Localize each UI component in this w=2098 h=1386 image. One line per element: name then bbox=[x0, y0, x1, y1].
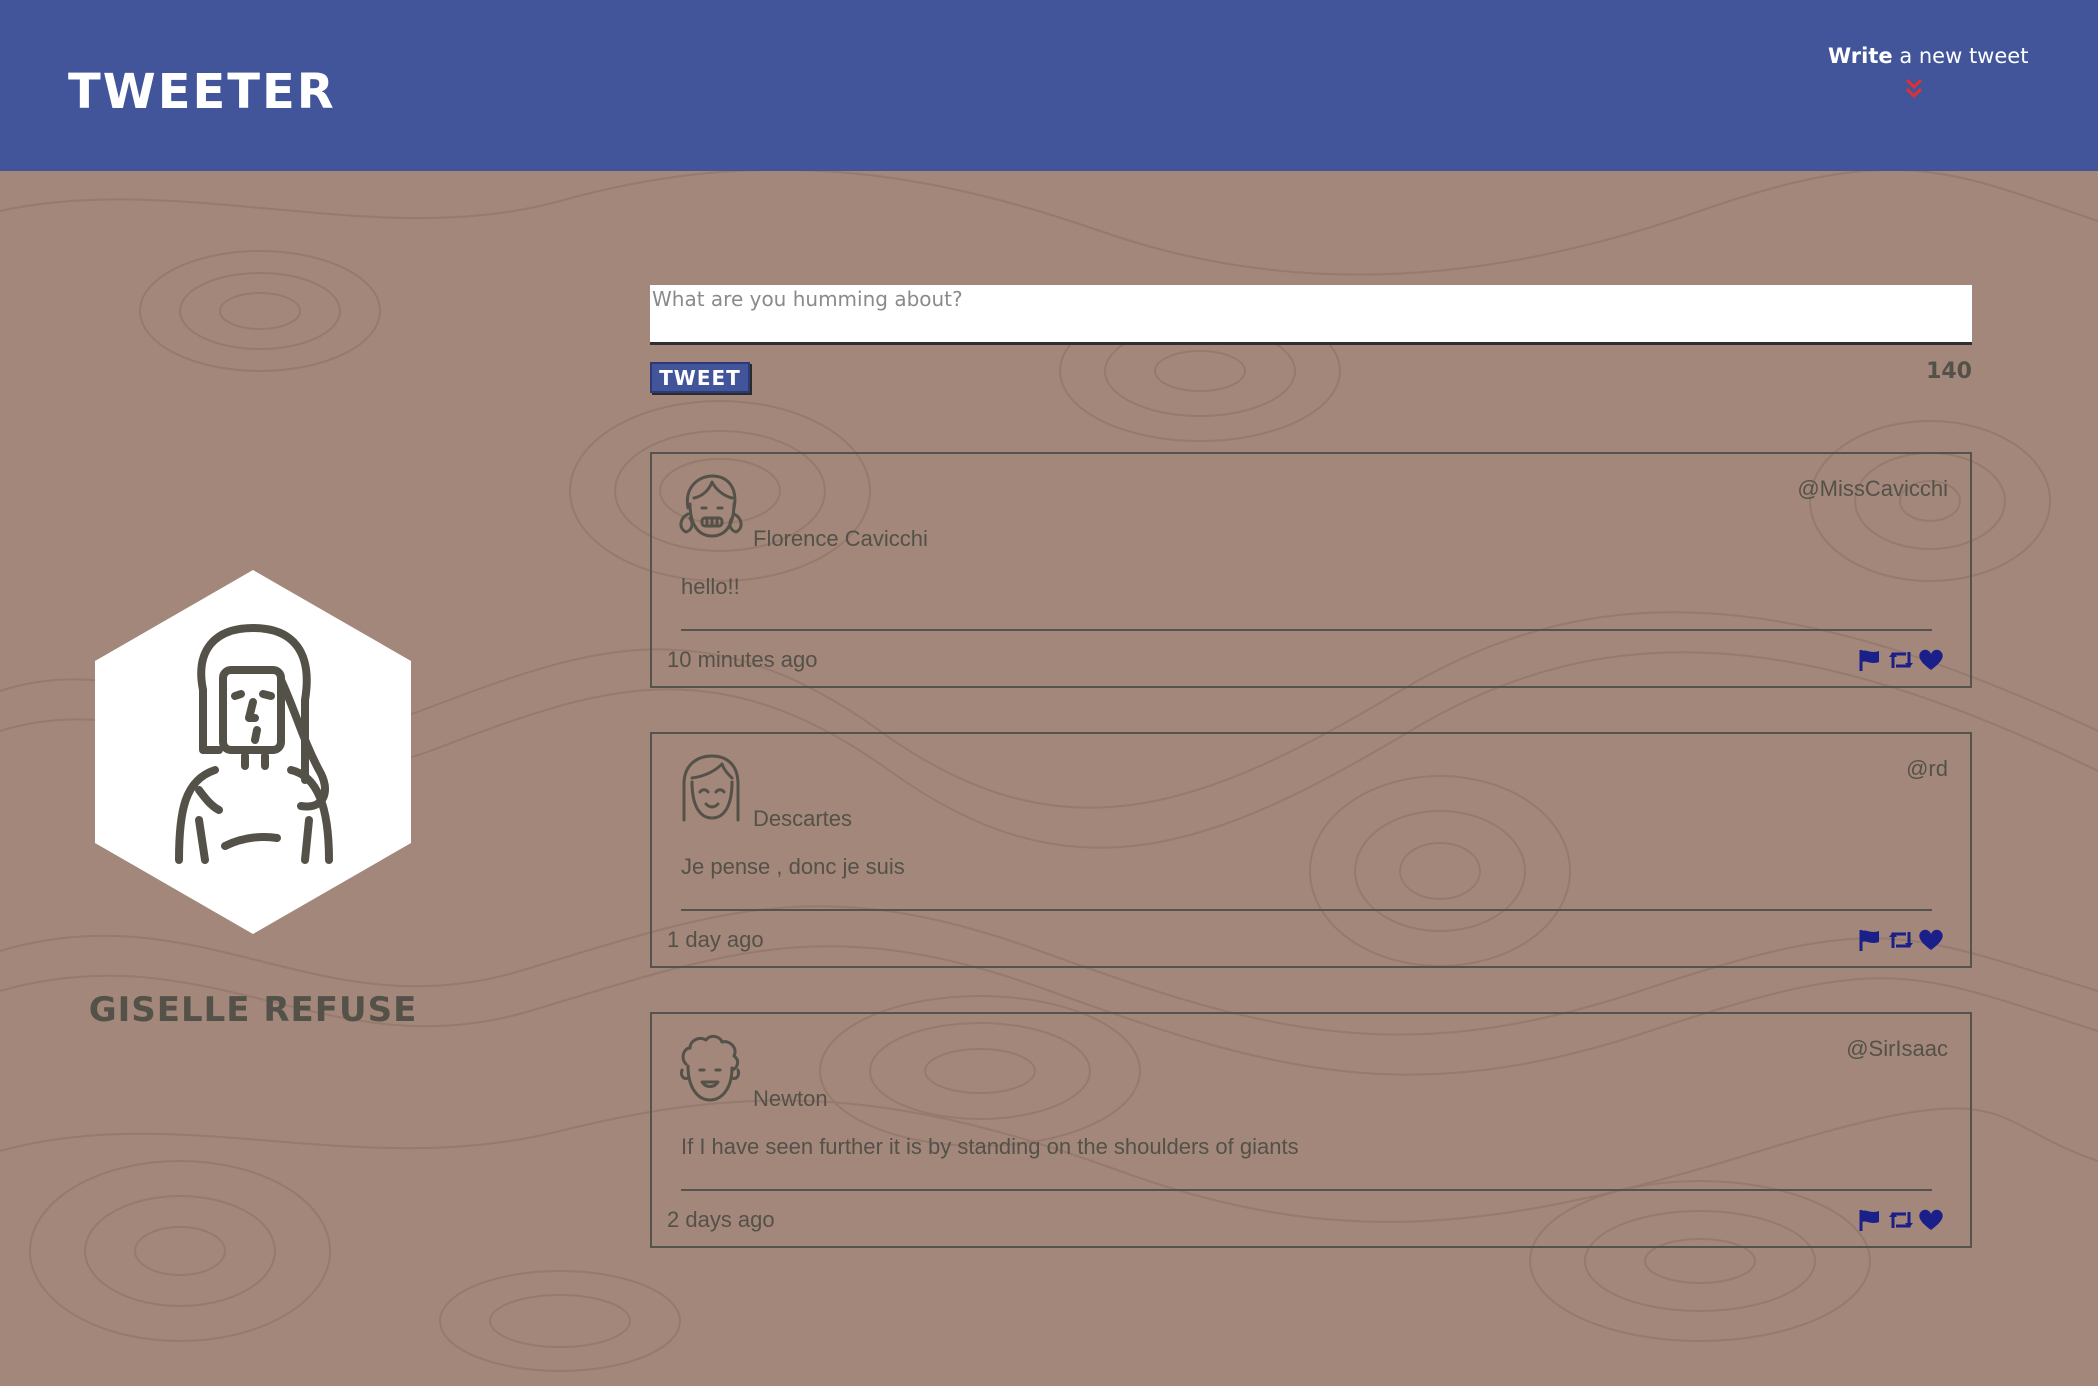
double-chevron-down-icon[interactable] bbox=[1905, 78, 1923, 100]
tweet-actions bbox=[1858, 648, 1944, 672]
write-new-tweet-label: Write a new tweet bbox=[1828, 44, 2028, 68]
character-counter: 140 bbox=[1926, 359, 1972, 384]
tweet-timestamp: 10 minutes ago bbox=[667, 647, 818, 672]
tweet-divider bbox=[681, 629, 1932, 631]
tweet-card: Descartes @rd Je pense , donc je suis 1 … bbox=[650, 732, 1972, 968]
tweet-author-handle[interactable]: @SirIsaac bbox=[1846, 1036, 1948, 1062]
retweet-icon[interactable] bbox=[1888, 1208, 1914, 1232]
write-label-rest: a new tweet bbox=[1892, 44, 2029, 68]
flag-icon[interactable] bbox=[1858, 648, 1884, 672]
main-content: Giselle Refuse Tweet 140 Florence Cavicc… bbox=[0, 0, 2098, 1386]
tweet-textarea[interactable] bbox=[650, 285, 1972, 345]
retweet-icon[interactable] bbox=[1888, 928, 1914, 952]
tweet-actions bbox=[1858, 928, 1944, 952]
tweet-author-name: Descartes bbox=[753, 806, 853, 831]
retweet-icon[interactable] bbox=[1888, 648, 1914, 672]
tweet-content: Je pense , donc je suis bbox=[681, 854, 905, 879]
tweet-author-handle[interactable]: @rd bbox=[1906, 756, 1948, 782]
tweet-divider bbox=[681, 1189, 1932, 1191]
tweet-content: If I have seen further it is by standing… bbox=[681, 1134, 1299, 1159]
top-navigation-bar: Tweeter Write a new tweet bbox=[0, 0, 2098, 171]
write-new-tweet-toggle[interactable]: Write a new tweet bbox=[1828, 44, 2028, 100]
brand-logo[interactable]: Tweeter bbox=[68, 64, 336, 120]
smiling-woman-avatar-icon bbox=[682, 754, 740, 822]
curly-hair-man-avatar-icon bbox=[680, 1034, 740, 1102]
tweet-actions bbox=[1858, 1208, 1944, 1232]
woman-avatar-icon bbox=[95, 570, 411, 934]
tweet-card: Newton @SirIsaac If I have seen further … bbox=[650, 1012, 1972, 1248]
flag-icon[interactable] bbox=[1858, 928, 1884, 952]
tweet-divider bbox=[681, 909, 1932, 911]
tweet-content: hello!! bbox=[681, 574, 740, 599]
tweet-button[interactable]: Tweet bbox=[650, 362, 750, 393]
profile-name: Giselle Refuse bbox=[88, 990, 418, 1030]
girl-avatar-icon bbox=[679, 474, 743, 538]
tweet-card: Florence Cavicchi @MissCavicchi hello!! … bbox=[650, 452, 1972, 688]
new-tweet-form: Tweet 140 bbox=[650, 285, 1972, 393]
tweet-timestamp: 1 day ago bbox=[667, 927, 764, 952]
tweet-timestamp: 2 days ago bbox=[667, 1207, 775, 1232]
tweet-author-handle[interactable]: @MissCavicchi bbox=[1797, 476, 1948, 502]
heart-icon[interactable] bbox=[1918, 648, 1944, 672]
heart-icon[interactable] bbox=[1918, 928, 1944, 952]
tweet-author-name: Newton bbox=[753, 1086, 828, 1111]
write-label-bold: Write bbox=[1828, 44, 1893, 68]
heart-icon[interactable] bbox=[1918, 1208, 1944, 1232]
flag-icon[interactable] bbox=[1858, 1208, 1884, 1232]
tweet-author-name: Florence Cavicchi bbox=[753, 526, 928, 551]
